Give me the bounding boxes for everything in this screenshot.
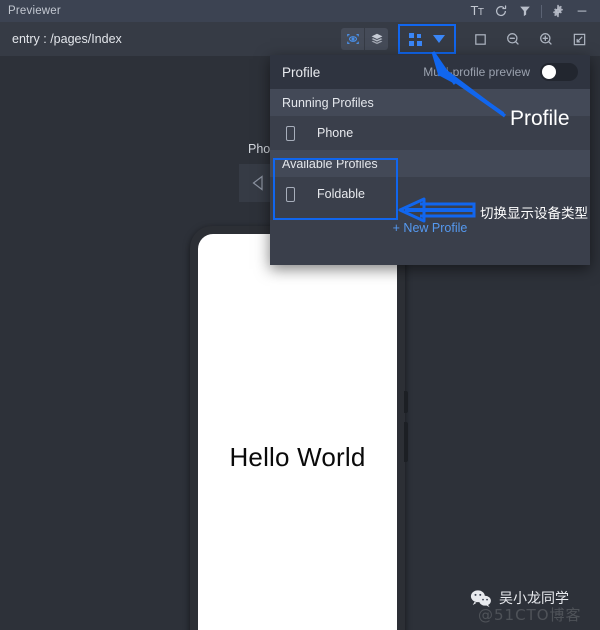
watermark-source: @51CTO博客: [478, 606, 582, 624]
device-frame: Hello World: [190, 226, 408, 630]
grid-icon[interactable]: [403, 28, 427, 50]
previewer-window: Previewer TT entry: /pages/Index Phone …: [0, 0, 600, 630]
profile-dropdown-header: Profile Multi-profile preview: [270, 55, 590, 89]
window-title: Previewer: [8, 5, 61, 17]
filter-icon[interactable]: [513, 0, 537, 22]
device-screen[interactable]: Hello World: [198, 234, 397, 630]
toggle-knob: [542, 65, 556, 79]
fit-screen-icon[interactable]: [566, 27, 592, 51]
inspector-icon[interactable]: [341, 28, 364, 50]
chevron-down-icon[interactable]: [427, 28, 451, 50]
multi-profile-label: Multi-profile preview: [423, 65, 530, 79]
preview-toolbar: entry : /pages/Index: [0, 22, 600, 56]
layers-icon[interactable]: [365, 28, 388, 50]
multi-profile-toggle[interactable]: [540, 63, 578, 81]
minimize-icon[interactable]: [570, 0, 594, 22]
title-bar: Previewer TT: [0, 0, 600, 22]
profile-item-label: Foldable: [317, 187, 365, 201]
inspect-layers-group: [341, 28, 388, 50]
hello-world-text: Hello World: [229, 442, 366, 472]
foldable-icon: [286, 186, 295, 202]
profile-item-label: Phone: [317, 126, 354, 140]
annotation-profile-text: Profile: [510, 107, 570, 130]
profile-selector-button[interactable]: [398, 24, 456, 54]
device-side-button-top: [404, 391, 408, 413]
profile-dropdown-title: Profile: [282, 64, 321, 80]
text-size-icon[interactable]: TT: [465, 0, 489, 22]
frame-icon[interactable]: [467, 27, 493, 51]
profile-dropdown-panel: Profile Multi-profile preview Running Pr…: [270, 55, 590, 265]
toolbar-buttons: [341, 24, 600, 54]
refresh-icon[interactable]: [489, 0, 513, 22]
title-bar-divider: [541, 4, 542, 18]
zoom-out-icon[interactable]: [500, 27, 526, 51]
settings-gear-icon[interactable]: [546, 0, 570, 22]
annotation-device-type-text: 切换显示设备类型: [480, 206, 588, 222]
device-side-button-bottom: [404, 422, 408, 462]
breadcrumb: entry : /pages/Index: [12, 32, 122, 46]
title-bar-icons: TT: [465, 0, 600, 22]
zoom-in-icon[interactable]: [533, 27, 559, 51]
phone-icon: [286, 125, 295, 141]
section-available-profiles: Available Profiles: [270, 150, 590, 177]
